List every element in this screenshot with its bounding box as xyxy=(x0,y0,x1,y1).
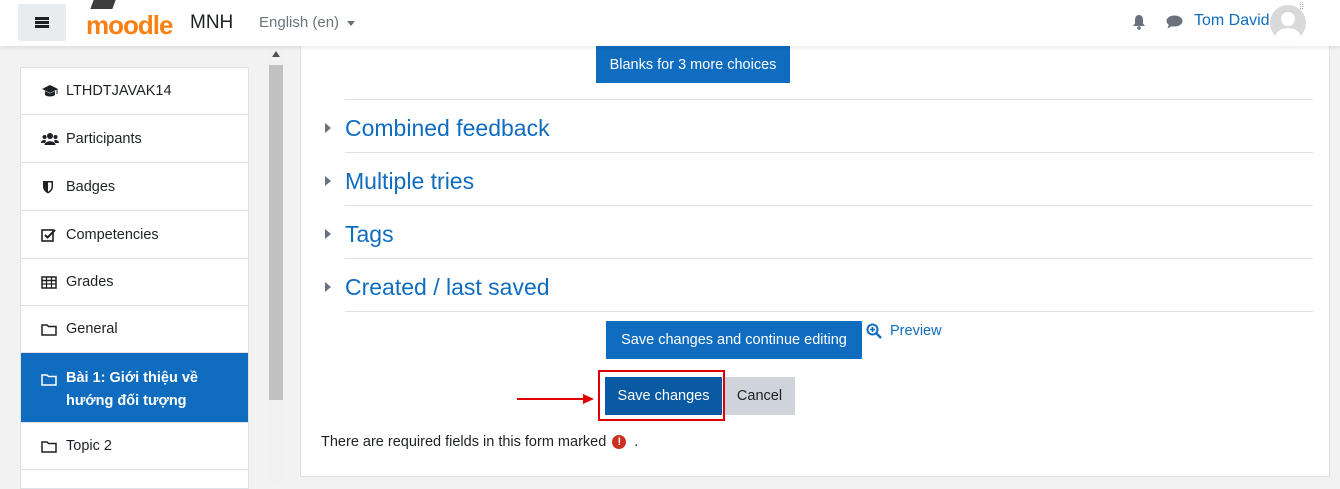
section-title: Combined feedback xyxy=(345,114,550,141)
section-created-last-saved[interactable]: Created / last saved xyxy=(325,272,550,302)
section-tags[interactable]: Tags xyxy=(325,219,394,249)
required-note-end: . xyxy=(634,434,639,450)
sidebar-item-competencies[interactable]: Competencies xyxy=(21,212,248,259)
sidebar-item-general[interactable]: General xyxy=(21,306,248,353)
sidebar-item-grades[interactable]: Grades xyxy=(21,259,248,306)
cancel-button[interactable]: Cancel xyxy=(724,377,795,415)
users-icon xyxy=(41,131,61,147)
site-name[interactable]: MNH xyxy=(190,12,233,34)
section-divider xyxy=(345,311,1313,312)
save-and-continue-button[interactable]: Save changes and continue editing xyxy=(606,321,862,359)
sidebar-item-label: Participants xyxy=(66,131,142,147)
bell-icon[interactable] xyxy=(1132,14,1146,30)
zoom-in-icon xyxy=(866,323,882,339)
scroll-up-arrow-icon[interactable] xyxy=(272,51,280,57)
moodle-logo-text: moodle xyxy=(86,10,173,40)
drawer-toggle-button[interactable] xyxy=(18,4,66,41)
caret-right-icon xyxy=(325,229,331,239)
section-multiple-tries[interactable]: Multiple tries xyxy=(325,166,474,196)
language-label: English (en) xyxy=(259,14,340,31)
caret-right-icon xyxy=(325,282,331,292)
user-name[interactable]: Tom David xyxy=(1194,12,1270,30)
table-icon xyxy=(41,274,61,290)
shield-icon xyxy=(41,179,61,195)
caret-right-icon xyxy=(325,123,331,133)
sidebar-item-topic-2[interactable]: Topic 2 xyxy=(21,423,248,470)
chevron-down-icon xyxy=(347,20,356,26)
highlight-annotation-box xyxy=(598,370,725,421)
sidebar-item-label: Badges xyxy=(66,179,116,195)
sidebar-item-course[interactable]: LTHDTJAVAK14 xyxy=(21,68,248,115)
sidebar-item-label: General xyxy=(66,321,118,337)
section-divider xyxy=(345,99,1313,100)
sidebar-item-label: Topic 2 xyxy=(66,438,112,454)
annotation-arrowhead-icon xyxy=(583,394,594,404)
site-logo[interactable]: moodle xyxy=(86,0,173,40)
sidebar-item-participants[interactable]: Participants xyxy=(21,116,248,163)
sidebar-item-label: Competencies xyxy=(66,227,159,243)
graduation-cap-icon xyxy=(41,83,61,99)
section-title: Created / last saved xyxy=(345,273,550,300)
chat-icon[interactable] xyxy=(1166,15,1183,29)
blanks-more-choices-button[interactable]: Blanks for 3 more choices xyxy=(596,46,790,83)
section-combined-feedback[interactable]: Combined feedback xyxy=(325,113,550,143)
language-menu[interactable]: English (en) xyxy=(259,14,356,31)
section-divider xyxy=(345,205,1313,206)
hamburger-icon xyxy=(35,17,49,28)
section-title: Multiple tries xyxy=(345,167,475,194)
required-exclamation-icon: ! xyxy=(612,435,627,449)
course-navigation-drawer: LTHDTJAVAK14 Participants Badges Compete… xyxy=(20,67,249,489)
sidebar-item-label: LTHDTJAVAK14 xyxy=(66,83,172,99)
sidebar-item-lesson-1[interactable]: Bài 1: Giới thiệu về hướng đối tượng xyxy=(21,353,248,423)
top-navbar: moodle MNH English (en) Tom David ⁞⁞ xyxy=(0,0,1340,46)
folder-icon xyxy=(41,438,61,454)
sidebar-item-badges[interactable]: Badges xyxy=(21,164,248,211)
sidebar-item-label: Grades xyxy=(66,274,114,290)
section-divider xyxy=(345,152,1313,153)
caret-right-icon xyxy=(325,176,331,186)
folder-icon xyxy=(41,371,61,387)
section-title: Tags xyxy=(345,220,394,247)
required-fields-note: There are required fields in this form m… xyxy=(321,434,638,450)
drawer-scrollbar-thumb[interactable] xyxy=(269,65,283,400)
question-edit-form xyxy=(300,46,1330,477)
folder-icon xyxy=(41,321,61,337)
preview-link[interactable]: Preview xyxy=(866,323,942,339)
user-menu-dots-icon[interactable]: ⁞⁞ xyxy=(1299,1,1304,11)
checkbox-icon xyxy=(41,227,61,243)
annotation-arrow-icon xyxy=(517,398,585,400)
preview-label: Preview xyxy=(890,323,942,339)
graduation-cap-logo-icon xyxy=(90,0,116,9)
section-divider xyxy=(345,258,1313,259)
required-note-text: There are required fields in this form m… xyxy=(321,434,607,450)
sidebar-item-label: Bài 1: Giới thiệu về hướng đối tượng xyxy=(66,370,198,409)
